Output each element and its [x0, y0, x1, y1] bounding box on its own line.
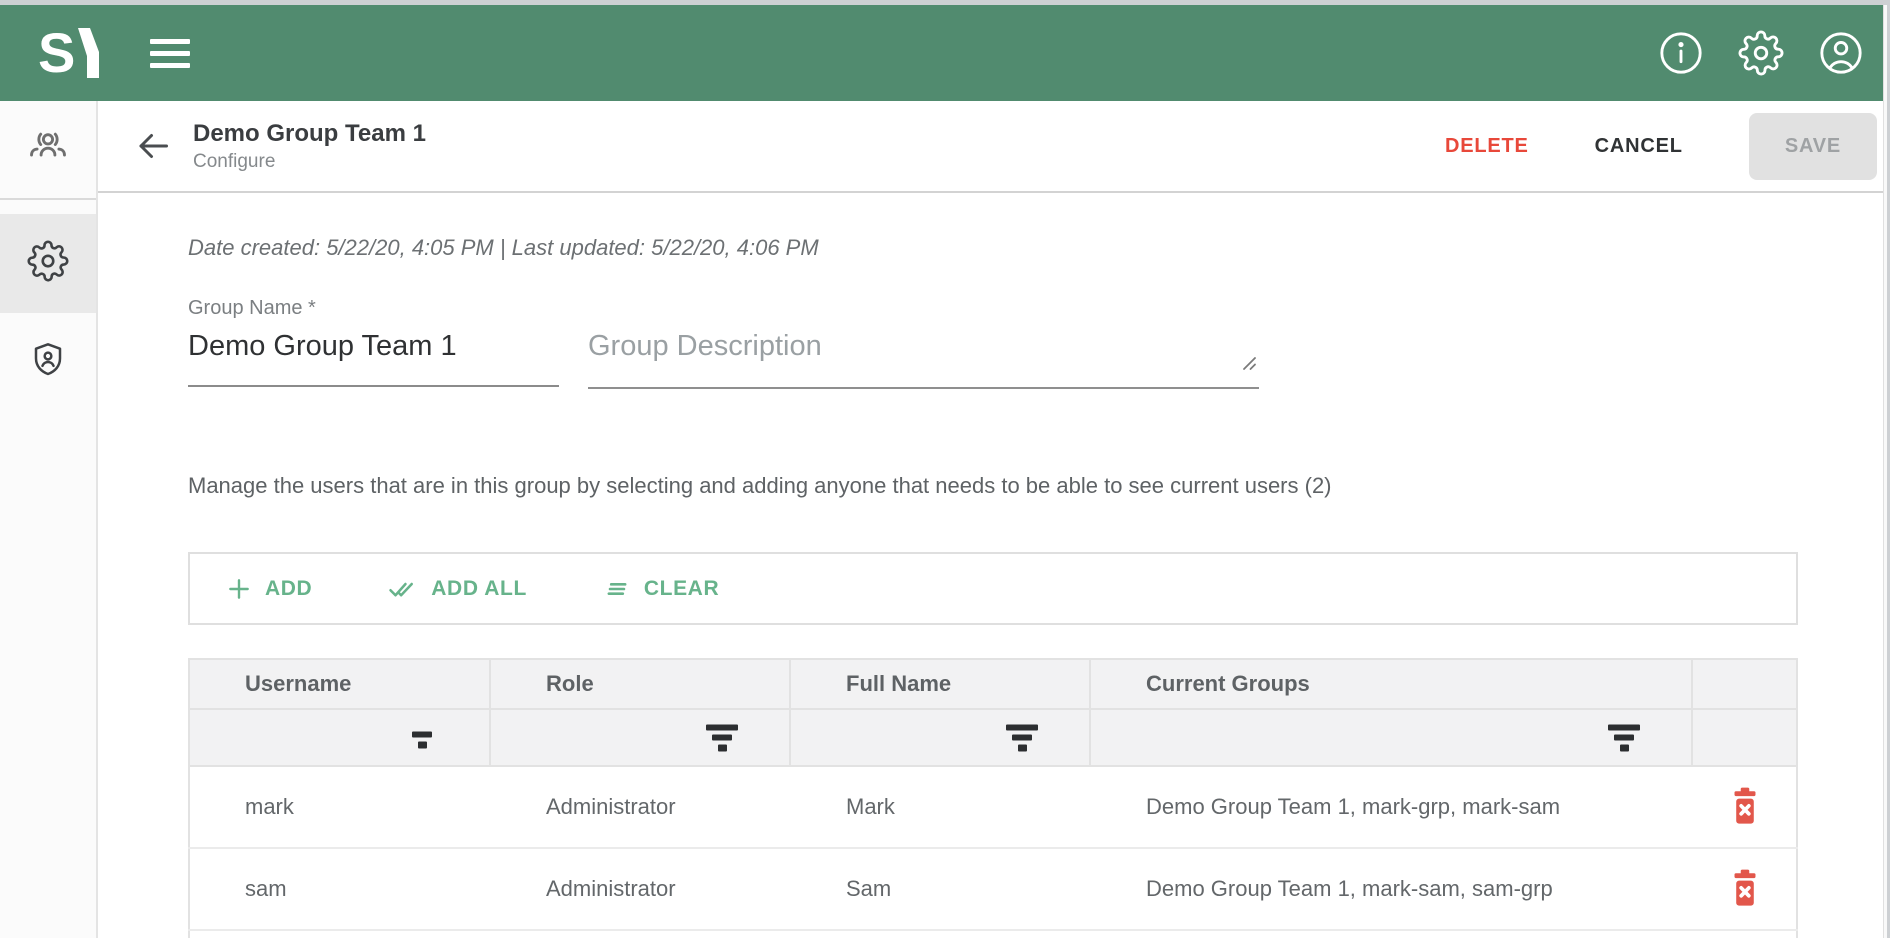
group-description-input[interactable]	[588, 321, 1259, 389]
clear-button[interactable]: CLEAR	[603, 575, 719, 603]
manage-users-description: Manage the users that are in this group …	[188, 473, 1798, 499]
date-meta-line: Date created: 5/22/20, 4:05 PM | Last up…	[188, 235, 1798, 261]
account-icon[interactable]	[1818, 30, 1864, 76]
sidebar-item-groups[interactable]	[0, 101, 96, 200]
table-row: mark Administrator Mark Demo Group Team …	[189, 766, 1797, 848]
info-icon[interactable]	[1658, 30, 1704, 76]
table-filter-row	[189, 709, 1797, 766]
gear-icon	[27, 240, 69, 287]
resize-handle-icon[interactable]	[1239, 352, 1259, 377]
done-all-icon	[388, 574, 418, 604]
column-header-current-groups: Current Groups	[1090, 659, 1692, 709]
cancel-button[interactable]: CANCEL	[1595, 135, 1683, 158]
table-header-row: Username Role Full Name Current Groups	[189, 659, 1797, 709]
table-row: sam Administrator Sam Demo Group Team 1,…	[189, 848, 1797, 930]
left-sidebar	[0, 101, 98, 938]
cell-full-name: Sam	[790, 848, 1090, 930]
page-header: Demo Group Team 1 Configure DELETE CANCE…	[98, 101, 1890, 193]
add-all-button-label: ADD ALL	[431, 577, 527, 601]
app-bar: S	[0, 5, 1890, 101]
save-button[interactable]: SAVE	[1749, 113, 1877, 180]
sidebar-item-admin[interactable]	[0, 313, 96, 412]
hamburger-menu-icon[interactable]	[150, 39, 190, 68]
filter-icon[interactable]	[1005, 724, 1039, 751]
add-all-button[interactable]: ADD ALL	[388, 574, 527, 604]
logo-letter: S	[38, 26, 75, 80]
add-button[interactable]: ADD	[226, 576, 312, 602]
app-window: S	[0, 0, 1890, 938]
remove-user-button[interactable]	[1728, 786, 1762, 829]
clear-all-icon	[603, 575, 631, 603]
group-name-label: Group Name *	[188, 297, 559, 321]
cell-full-name: Mark	[790, 766, 1090, 848]
filter-icon[interactable]	[705, 724, 739, 751]
gear-icon[interactable]	[1738, 30, 1784, 76]
users-table: Username Role Full Name Current Groups	[188, 658, 1798, 938]
scrollbar[interactable]	[1883, 5, 1890, 938]
filter-icon[interactable]	[405, 727, 439, 748]
group-description-label-spacer	[588, 297, 1259, 321]
trash-icon	[1728, 814, 1762, 829]
page-subtitle: Configure	[193, 151, 426, 173]
group-name-input[interactable]	[188, 321, 559, 387]
clear-button-label: CLEAR	[644, 577, 719, 601]
app-logo: S	[38, 26, 104, 80]
add-button-label: ADD	[265, 577, 312, 601]
cell-role: Administrator	[490, 766, 790, 848]
cell-current-groups: Demo Group Team 1, mark-grp, mark-sam	[1090, 766, 1692, 848]
column-header-full-name: Full Name	[790, 659, 1090, 709]
shield-person-icon	[28, 340, 68, 385]
column-header-username: Username	[189, 659, 490, 709]
column-header-role: Role	[490, 659, 790, 709]
back-arrow-icon[interactable]	[135, 128, 171, 164]
column-header-actions	[1692, 659, 1797, 709]
logo-mark	[78, 28, 99, 78]
table-row-partial	[189, 930, 1797, 938]
remove-user-button[interactable]	[1728, 868, 1762, 911]
cell-role: Administrator	[490, 848, 790, 930]
page-title: Demo Group Team 1	[193, 120, 426, 148]
sidebar-item-settings[interactable]	[0, 214, 96, 313]
cell-current-groups: Demo Group Team 1, mark-sam, sam-grp	[1090, 848, 1692, 930]
filter-icon[interactable]	[1607, 724, 1641, 751]
plus-icon	[226, 576, 252, 602]
cell-username: mark	[189, 766, 490, 848]
trash-icon	[1728, 896, 1762, 911]
delete-button[interactable]: DELETE	[1445, 135, 1529, 158]
groups-icon	[25, 124, 71, 175]
user-actions-toolbar: ADD ADD ALL	[188, 552, 1798, 625]
cell-username: sam	[189, 848, 490, 930]
